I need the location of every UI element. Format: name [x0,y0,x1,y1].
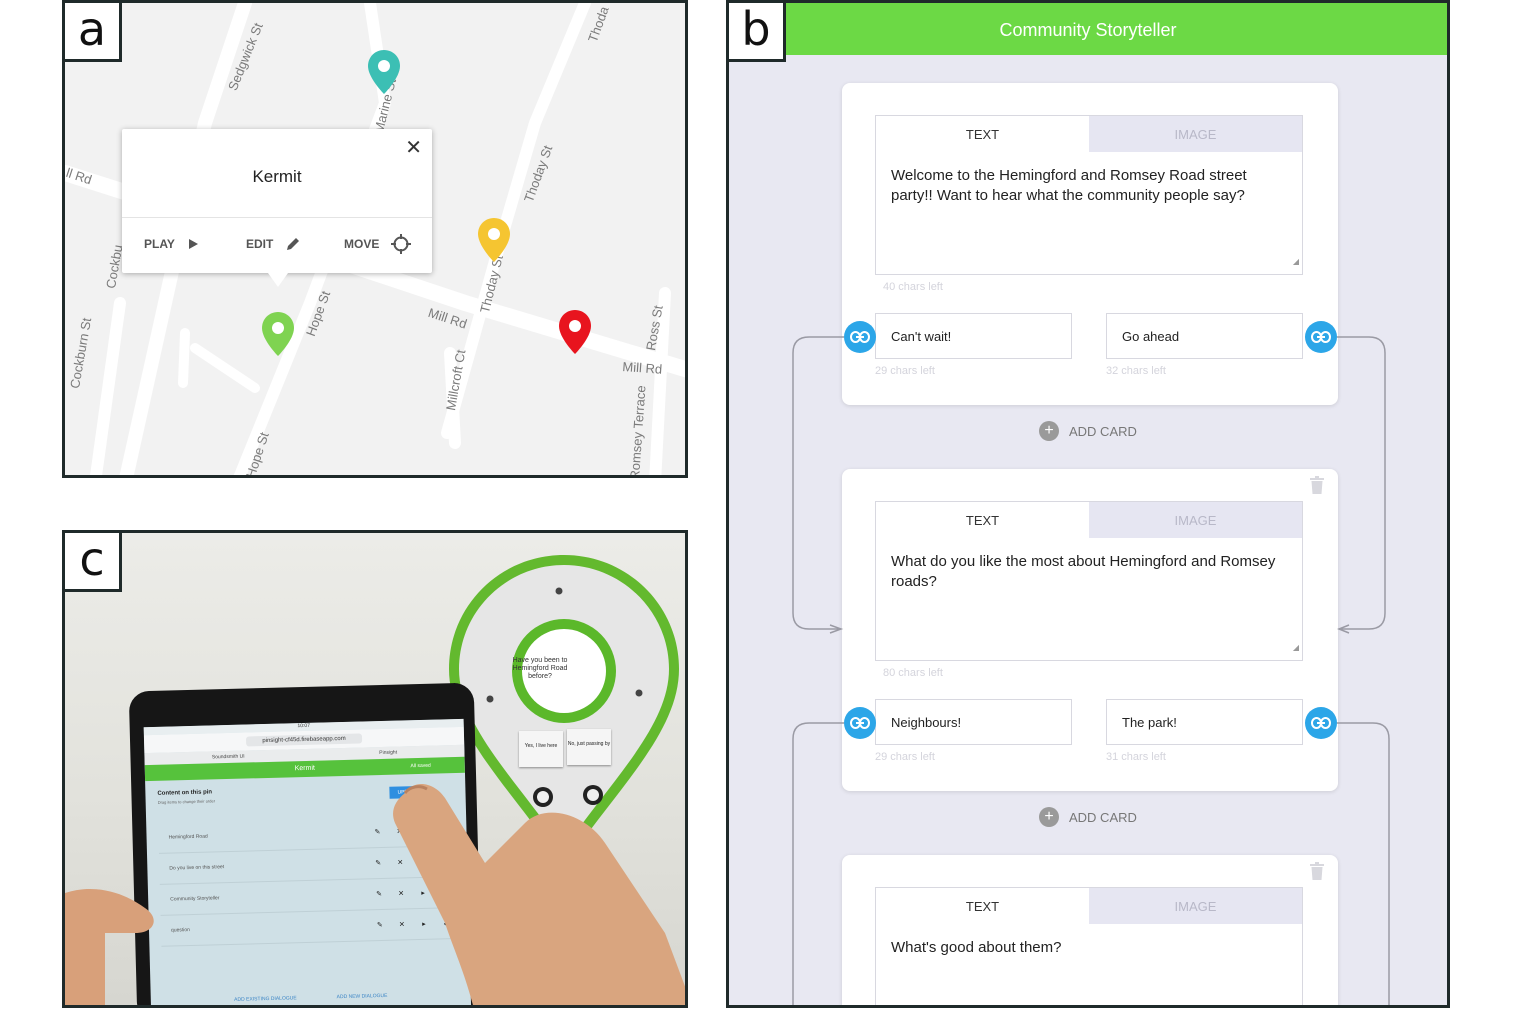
pin-popup: Kermit ✕ PLAY EDIT MOVE [122,129,432,287]
edit-label: EDIT [246,237,274,251]
tablet-header-title: Kermit [294,764,316,773]
popup-actions: PLAY EDIT MOVE [122,229,432,261]
flow-connectors [792,336,1390,1005]
popup-title: Kermit [252,167,302,186]
divider [122,217,432,218]
panel-label-c: c [65,533,122,592]
street-label: Mill Rd [621,359,663,377]
map-pin-yellow[interactable] [477,217,511,263]
hand-right [393,784,685,1005]
road-cockburn [90,297,126,475]
device-question: Have you been to Hemingford Road before? [512,657,568,680]
close-icon[interactable]: ✕ [405,135,422,160]
photo-panel: c Have you been to Hemingford Road befor… [62,530,688,1008]
map-pin-teal[interactable] [367,49,401,95]
map-pin-green[interactable] [261,311,295,357]
storyteller-app: b Community Storyteller TEXT IMAGE Welco… [726,0,1450,1008]
url-text: pinsight-cf45d.firebaseapp.com [246,733,362,747]
road-side [190,343,260,393]
play-icon [188,239,198,249]
play-button[interactable]: PLAY [144,229,199,259]
hand-left [65,888,154,1005]
map-panel: a Sedgwick St Marine St Thoda ll Rd Cock… [62,0,688,478]
panel-label-a: a [65,3,122,62]
edit-button[interactable]: EDIT [246,229,301,259]
link-icon[interactable] [1305,321,1337,353]
road-side-2 [178,328,190,388]
crosshair-icon [391,234,412,254]
road-thoday [441,3,591,439]
link-icon[interactable] [844,707,876,739]
pencil-icon [287,238,300,250]
play-label: PLAY [144,237,175,251]
map-pin-red[interactable] [558,309,592,355]
tablet-tab: Soundsmith UI [211,753,245,761]
move-button[interactable]: MOVE [344,229,412,259]
link-icon[interactable] [1305,707,1337,739]
link-icon[interactable] [844,321,876,353]
panel-label-b: b [729,3,786,62]
move-label: MOVE [344,237,380,251]
